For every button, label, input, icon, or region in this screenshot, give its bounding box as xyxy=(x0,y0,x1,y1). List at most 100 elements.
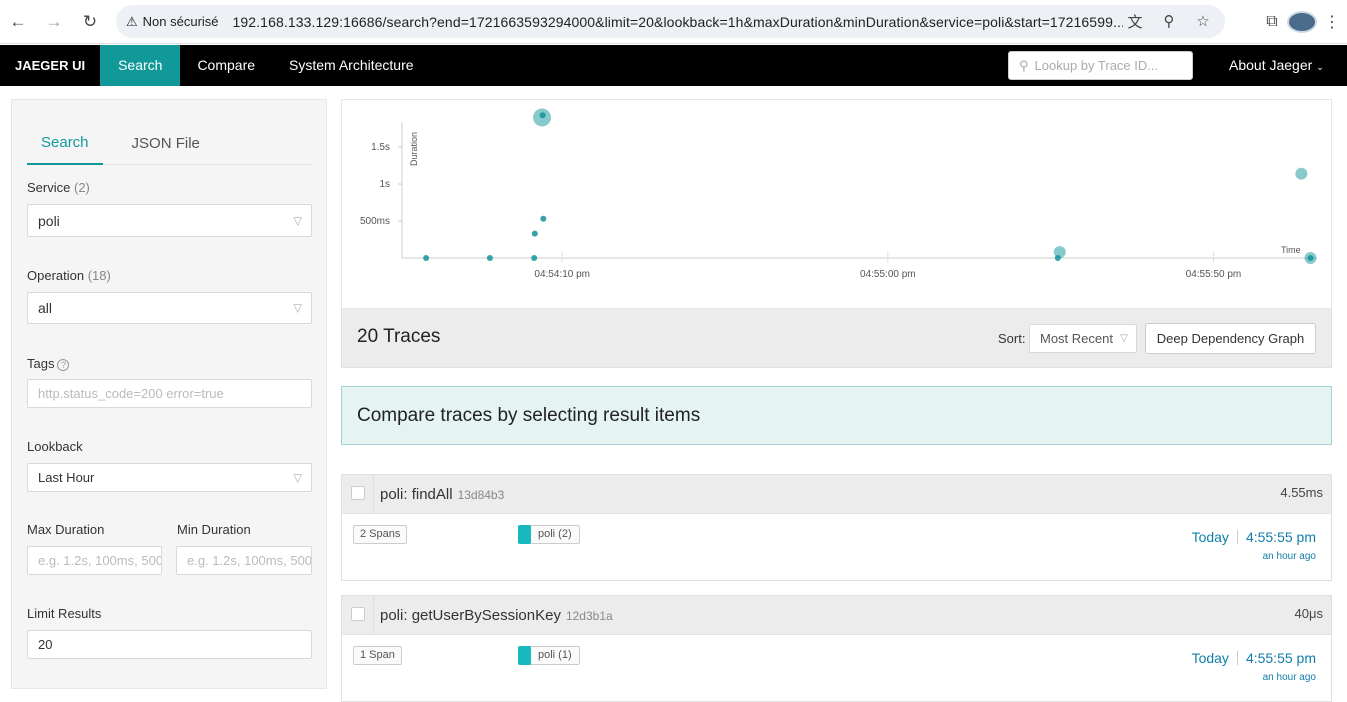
trace-count: 20 Traces xyxy=(357,326,441,347)
divider xyxy=(373,475,374,514)
tab-search[interactable]: Search xyxy=(27,122,103,165)
x-tick-label: 04:54:10 pm xyxy=(534,269,590,280)
warning-icon: ⚠ xyxy=(126,13,138,29)
tags-input[interactable]: http.status_code=200 error=true xyxy=(27,379,312,408)
security-label: Non sécurisé xyxy=(142,14,219,29)
trace-duration: 40μs xyxy=(1294,606,1323,621)
trace-operation: getUserBySessionKey xyxy=(411,607,561,624)
address-bar[interactable]: ⚠ Non sécurisé 192.168.133.129:16686/sea… xyxy=(116,5,1225,38)
reload-icon[interactable]: ↻ xyxy=(72,0,108,44)
trace-card-body[interactable]: 2 Spans poli (2) Today 4:55:55 pm an hour… xyxy=(342,514,1331,580)
trace-card[interactable]: poli: findAll 13d84b3 4.55ms 2 Spans poli… xyxy=(341,474,1332,581)
scatter-point xyxy=(423,255,430,261)
limit-results-input[interactable]: 20 xyxy=(27,630,312,659)
nav-search[interactable]: Search xyxy=(100,45,181,86)
forward-icon[interactable]: → xyxy=(36,0,72,44)
nav-system-architecture[interactable]: System Architecture xyxy=(272,45,431,86)
menu-dots-icon[interactable]: ⋮ xyxy=(1317,12,1347,32)
translate-icon[interactable]: 文 xyxy=(1125,11,1145,31)
service-label-text: Service xyxy=(27,180,71,195)
operation-value: all xyxy=(38,300,53,316)
tab-json-file[interactable]: JSON File xyxy=(132,122,200,164)
operation-select[interactable]: all ▽ xyxy=(27,292,312,324)
max-duration-placeholder: e.g. 1.2s, 100ms, 500 xyxy=(38,553,162,568)
scatter-point xyxy=(1307,255,1314,261)
x-axis-label: Time xyxy=(1281,245,1301,255)
y-tick-label: 500ms xyxy=(360,216,390,227)
scatter-point xyxy=(531,255,538,261)
scatter-plot-panel: 500ms 1s 1.5s 04:54:10 pm 04:55:00 pm 04:55:5… xyxy=(341,99,1332,309)
back-icon[interactable]: ← xyxy=(0,0,36,44)
about-jaeger-menu[interactable]: About Jaeger ⌄ xyxy=(1229,45,1324,88)
trace-card-body[interactable]: 1 Span poli (1) Today 4:55:55 pm an hour … xyxy=(342,635,1331,701)
service-tag: poli (1) xyxy=(518,646,580,665)
service-label: Service (2) xyxy=(27,180,90,195)
trace-card-header[interactable]: poli: findAll 13d84b3 4.55ms xyxy=(342,475,1331,514)
sort-label: Sort: xyxy=(998,331,1026,346)
deep-dependency-graph-button[interactable]: Deep Dependency Graph xyxy=(1145,323,1316,354)
trace-select-checkbox[interactable] xyxy=(351,486,365,500)
lookup-placeholder: Lookup by Trace ID... xyxy=(1034,58,1159,73)
lookback-select[interactable]: Last Hour ▽ xyxy=(27,463,312,492)
y-tick-label: 1.5s xyxy=(371,142,390,153)
sort-select[interactable]: Most Recent ▽ xyxy=(1029,324,1137,353)
trace-select-checkbox[interactable] xyxy=(351,607,365,621)
scatter-point xyxy=(539,112,546,119)
x-tick-label: 04:55:00 pm xyxy=(860,269,916,280)
trace-card-header[interactable]: poli: getUserBySessionKey 12d3b1a 40μs xyxy=(342,596,1331,635)
min-duration-input[interactable]: e.g. 1.2s, 100ms, 500 xyxy=(176,546,312,575)
divider xyxy=(373,596,374,635)
scatter-point xyxy=(1295,167,1308,180)
operation-label: Operation (18) xyxy=(27,268,111,283)
trace-title[interactable]: poli: getUserBySessionKey 12d3b1a xyxy=(380,607,613,624)
y-axis-label: Duration xyxy=(409,132,419,166)
y-tick-label: 1s xyxy=(379,179,390,190)
scatter-point xyxy=(1053,246,1066,259)
zoom-icon[interactable]: ⚲ xyxy=(1159,11,1179,31)
trace-title[interactable]: poli: findAll 13d84b3 xyxy=(380,486,504,503)
scatter-point xyxy=(540,215,547,222)
trace-id-lookup-input[interactable]: ⚲ Lookup by Trace ID... xyxy=(1008,51,1193,80)
trace-relative-time: an hour ago xyxy=(1262,551,1316,562)
service-value: poli xyxy=(38,212,60,229)
about-label: About Jaeger xyxy=(1229,57,1313,73)
lookback-label: Lookback xyxy=(27,439,83,454)
trace-duration: 4.55ms xyxy=(1280,485,1323,500)
lookback-value: Last Hour xyxy=(38,470,95,485)
min-duration-label: Min Duration xyxy=(177,522,251,537)
max-duration-label: Max Duration xyxy=(27,522,105,537)
max-duration-input[interactable]: e.g. 1.2s, 100ms, 500 xyxy=(27,546,162,575)
limit-results-label: Limit Results xyxy=(27,606,102,621)
tags-label-text: Tags xyxy=(27,356,55,371)
security-warning[interactable]: ⚠ Non sécurisé xyxy=(126,14,219,30)
service-tag: poli (2) xyxy=(518,525,580,544)
trace-timestamp: Today 4:55:55 pm xyxy=(1192,529,1316,545)
trace-timestamp: Today 4:55:55 pm xyxy=(1192,650,1316,666)
tags-placeholder: http.status_code=200 error=true xyxy=(38,386,224,401)
help-icon[interactable]: ? xyxy=(57,358,70,371)
service-color-swatch xyxy=(518,525,531,544)
trace-service: poli xyxy=(380,607,404,624)
scatter-point xyxy=(531,230,538,237)
brand-logo[interactable]: JAEGER UI xyxy=(0,45,100,86)
chevron-down-icon: ⌄ xyxy=(1316,62,1324,72)
bookmark-star-icon[interactable]: ☆ xyxy=(1193,11,1213,31)
x-tick-label: 04:55:50 pm xyxy=(1186,269,1242,280)
trace-card[interactable]: poli: getUserBySessionKey 12d3b1a 40μs 1 … xyxy=(341,595,1332,702)
search-tabs: Search JSON File xyxy=(27,122,313,165)
service-tag-label: poli (2) xyxy=(538,528,572,540)
trace-relative-time: an hour ago xyxy=(1262,672,1316,683)
url-text[interactable]: 192.168.133.129:16686/search?end=1721663… xyxy=(233,14,1123,30)
search-icon: ⚲ xyxy=(1019,57,1029,73)
trace-id: 13d84b3 xyxy=(457,488,505,502)
tags-label: Tags? xyxy=(27,356,70,371)
scatter-point xyxy=(486,255,493,261)
extensions-icon[interactable]: ⧉ xyxy=(1257,13,1287,31)
search-panel: Search JSON File Service (2) poli ▽ Opera… xyxy=(11,99,327,689)
span-count-badge: 1 Span xyxy=(353,646,402,665)
service-select[interactable]: poli ▽ xyxy=(27,204,312,237)
avatar[interactable] xyxy=(1287,11,1317,33)
divider xyxy=(1236,651,1238,665)
nav-compare[interactable]: Compare xyxy=(180,45,272,86)
browser-toolbar: ← → ↻ ⚠ Non sécurisé 192.168.133.129:166… xyxy=(0,0,1347,44)
